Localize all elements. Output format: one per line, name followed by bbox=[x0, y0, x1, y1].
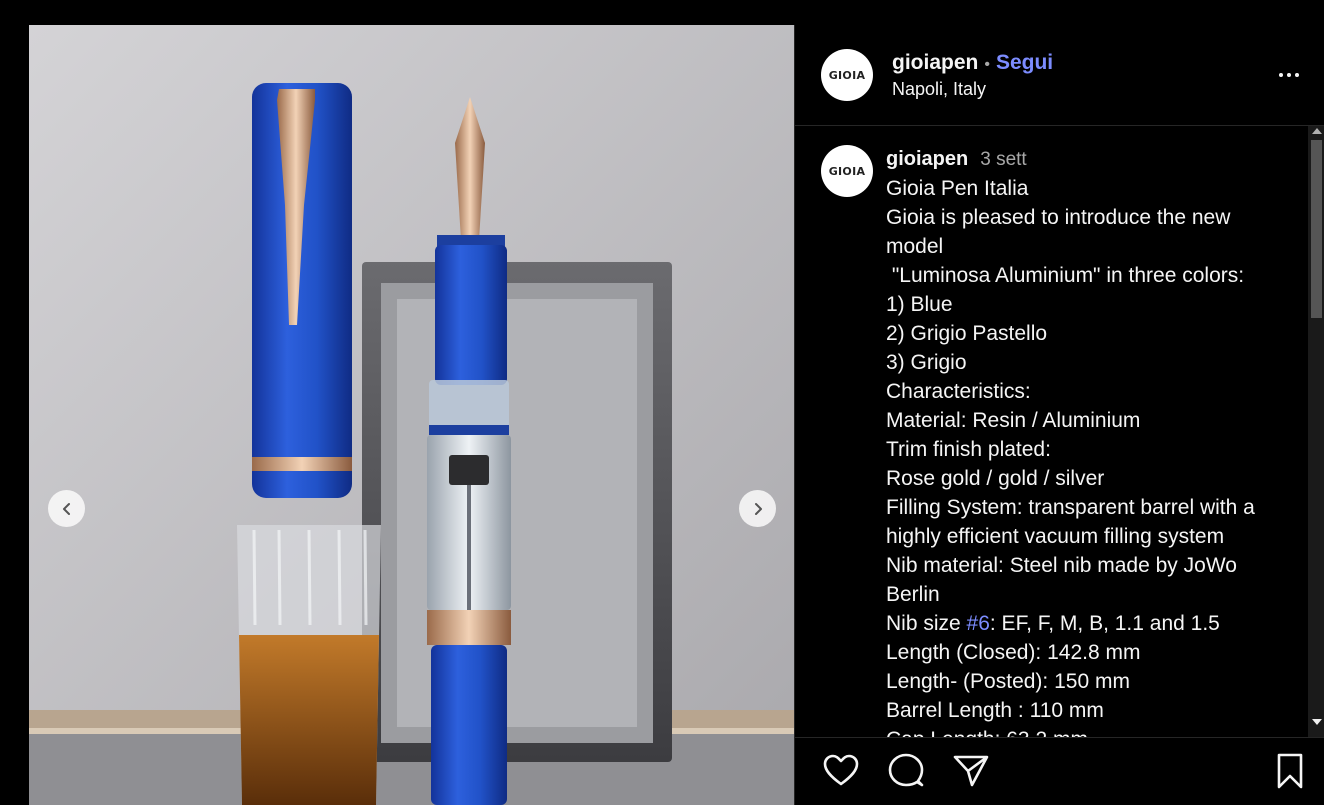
post-caption: GIOIA gioiapen 3 sett Gioia Pen Italia Gi… bbox=[821, 145, 1286, 737]
caption-line: 1) Blue bbox=[886, 293, 953, 316]
caption-line: Filling System: transparent barrel with … bbox=[886, 496, 1255, 519]
previous-photo-button[interactable] bbox=[48, 490, 85, 527]
caption-line: Nib material: Steel nib made by JoWo bbox=[886, 554, 1237, 577]
author-info: gioiapen • Segui Napoli, Italy bbox=[892, 51, 1053, 100]
post-header: GIOIA gioiapen • Segui Napoli, Italy bbox=[795, 25, 1324, 126]
caption-line: Material: Resin / Aluminium bbox=[886, 409, 1141, 432]
caption-line: Cap Length: 63.2 mm bbox=[886, 725, 1286, 737]
caption-line: Gioia Pen Italia bbox=[886, 177, 1029, 200]
scroll-thumb[interactable] bbox=[1311, 140, 1322, 318]
post-actions bbox=[795, 737, 1324, 805]
next-photo-button[interactable] bbox=[739, 490, 776, 527]
caption-line: Length (Closed): 142.8 mm bbox=[886, 641, 1141, 664]
send-icon bbox=[953, 755, 989, 787]
comments-section[interactable]: GIOIA gioiapen 3 sett Gioia Pen Italia Gi… bbox=[795, 126, 1324, 737]
caption-line: Rose gold / gold / silver bbox=[886, 467, 1105, 490]
post-side-panel: GIOIA gioiapen • Segui Napoli, Italy GIO… bbox=[794, 25, 1324, 805]
caption-line: model bbox=[886, 235, 944, 258]
caption-line: Length- (Posted): 150 mm bbox=[886, 670, 1130, 693]
comment-button[interactable] bbox=[887, 752, 925, 790]
nib-prefix: Nib size bbox=[886, 612, 967, 635]
post-image bbox=[29, 25, 794, 805]
caption-line: Trim finish plated: bbox=[886, 438, 1051, 461]
caption-body: gioiapen 3 sett Gioia Pen Italia Gioia is… bbox=[886, 145, 1286, 737]
caption-line: Barrel Length : 110 mm bbox=[886, 699, 1104, 722]
caption-line: Characteristics: bbox=[886, 380, 1031, 403]
caption-line: "Luminosa Aluminium" in three colors: bbox=[886, 264, 1245, 287]
chevron-right-icon bbox=[754, 502, 762, 515]
more-horizontal-icon bbox=[1279, 73, 1283, 77]
author-avatar[interactable]: GIOIA bbox=[821, 49, 873, 101]
follow-button[interactable]: Segui bbox=[996, 51, 1053, 75]
post-location[interactable]: Napoli, Italy bbox=[892, 79, 1053, 100]
more-options-button[interactable] bbox=[1274, 65, 1304, 85]
scroll-down-arrow-icon[interactable] bbox=[1312, 719, 1322, 725]
caption-line: 3) Grigio bbox=[886, 351, 967, 374]
caption-avatar[interactable]: GIOIA bbox=[821, 145, 873, 197]
save-button[interactable] bbox=[1271, 752, 1309, 790]
heart-icon bbox=[823, 754, 859, 786]
hashtag-link[interactable]: #6 bbox=[967, 612, 990, 635]
comment-icon bbox=[888, 753, 924, 787]
caption-line-nib-size: Nib size #6: EF, F, M, B, 1.1 and 1.5 bbox=[886, 609, 1286, 638]
scroll-up-arrow-icon[interactable] bbox=[1312, 128, 1322, 134]
caption-line: Gioia is pleased to introduce the new bbox=[886, 206, 1231, 229]
caption-username[interactable]: gioiapen bbox=[886, 145, 968, 174]
like-button[interactable] bbox=[822, 752, 860, 790]
chevron-left-icon bbox=[62, 502, 70, 515]
caption-line: 2) Grigio Pastello bbox=[886, 322, 1048, 345]
avatar-logo-text: GIOIA bbox=[828, 164, 866, 178]
share-button[interactable] bbox=[952, 752, 990, 790]
author-username[interactable]: gioiapen bbox=[892, 51, 978, 75]
bookmark-icon bbox=[1277, 753, 1303, 789]
nib-suffix: : EF, F, M, B, 1.1 and 1.5 bbox=[989, 612, 1220, 635]
caption-line: highly efficient vacuum filling system bbox=[886, 525, 1225, 548]
caption-text-continued: Length (Closed): 142.8 mm Length- (Posted… bbox=[886, 638, 1286, 737]
comments-scrollbar[interactable] bbox=[1308, 126, 1324, 737]
pen-photo bbox=[29, 25, 794, 805]
separator-dot: • bbox=[984, 55, 990, 73]
avatar-logo-text: GIOIA bbox=[828, 68, 866, 82]
caption-text: Gioia Pen Italia Gioia is pleased to intr… bbox=[886, 174, 1286, 609]
caption-timestamp[interactable]: 3 sett bbox=[980, 145, 1026, 174]
caption-line: Berlin bbox=[886, 583, 940, 606]
